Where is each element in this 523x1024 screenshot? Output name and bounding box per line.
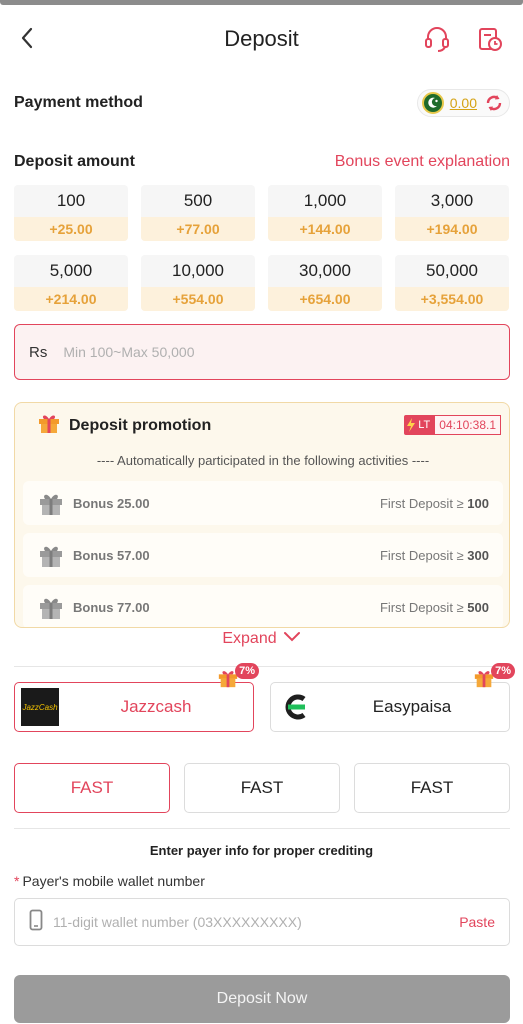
amount-options-grid: 100 +25.00 500 +77.00 1,000 +144.00 3,000 +1…: [14, 185, 510, 311]
gift-box-icon: [37, 489, 65, 517]
amount-option[interactable]: 100 +25.00: [14, 185, 128, 241]
deposit-amount-row: Deposit amount Bonus event explanation: [14, 150, 510, 174]
customer-service-icon[interactable]: [423, 25, 451, 53]
payment-method-row: Payment method 0.00: [14, 88, 510, 118]
payment-method-label: Payment method: [14, 94, 143, 111]
speed-option[interactable]: FAST: [184, 763, 340, 813]
limited-time-timer: LT 04:10:38.1: [404, 415, 501, 435]
expand-label: Expand: [222, 630, 277, 647]
wallet-number-input[interactable]: 11-digit wallet number (03XXXXXXXXX) Pas…: [14, 898, 510, 946]
deposit-now-button[interactable]: Deposit Now: [14, 975, 510, 1023]
bonus-item: Bonus 25.00 First Deposit ≥ 100: [23, 481, 503, 525]
paste-button[interactable]: Paste: [459, 914, 495, 930]
wallet-number-placeholder: 11-digit wallet number (03XXXXXXXXX): [53, 914, 302, 930]
channel-name: Jazzcash: [120, 697, 192, 716]
divider: [14, 666, 510, 667]
channel-easypaisa[interactable]: Easypaisa 7%: [270, 663, 515, 732]
easypaisa-logo: [277, 688, 315, 726]
history-icon[interactable]: [476, 25, 504, 53]
wallet-number-label: * Payer's mobile wallet number: [14, 873, 205, 889]
amount-option[interactable]: 10,000 +554.00: [141, 255, 255, 311]
promotion-header: Deposit promotion: [37, 411, 211, 440]
countdown-time: 04:10:38.1: [434, 415, 501, 435]
channel-jazzcash[interactable]: JazzCash Jazzcash 7%: [14, 663, 259, 732]
deposit-promotion-panel: Deposit promotion LT 04:10:38.1 ---- Aut…: [14, 402, 510, 628]
jazzcash-logo: JazzCash: [21, 688, 59, 726]
discount-badge: 7%: [217, 663, 259, 689]
discount-badge: 7%: [473, 663, 515, 689]
deposit-amount-label: Deposit amount: [14, 153, 135, 170]
auto-participate-note: ---- Automatically participated in the f…: [96, 453, 430, 468]
gift-box-icon: [37, 593, 65, 621]
page-title: Deposit: [224, 26, 299, 51]
back-icon[interactable]: [14, 25, 40, 51]
speed-option[interactable]: FAST: [354, 763, 510, 813]
currency-label: Rs: [29, 343, 48, 361]
required-mark: *: [14, 873, 20, 889]
wallet-balance: 0.00: [416, 89, 510, 117]
amount-input[interactable]: Rs Min 100~Max 50,000: [14, 324, 510, 380]
divider: [14, 828, 510, 829]
bonus-item: Bonus 57.00 First Deposit ≥ 300: [23, 533, 503, 577]
bonus-item: Bonus 77.00 First Deposit ≥ 500: [23, 585, 503, 627]
amount-option[interactable]: 3,000 +194.00: [395, 185, 509, 241]
svg-text:JazzCash: JazzCash: [21, 703, 58, 712]
lightning-icon: [407, 418, 416, 432]
amount-option[interactable]: 50,000 +3,554.00: [395, 255, 509, 311]
header: Deposit: [0, 5, 523, 73]
promotion-title: Deposit promotion: [69, 416, 212, 434]
phone-icon: [29, 909, 43, 936]
amount-option[interactable]: 30,000 +654.00: [268, 255, 382, 311]
expand-button[interactable]: Expand: [0, 630, 523, 648]
pakistan-flag-icon: [421, 92, 444, 114]
limited-time-badge: LT: [404, 415, 435, 435]
amount-option[interactable]: 5,000 +214.00: [14, 255, 128, 311]
chevron-down-icon: [283, 630, 301, 648]
refresh-icon[interactable]: [483, 92, 505, 114]
gift-box-icon: [37, 541, 65, 569]
balance-value: 0.00: [449, 95, 477, 111]
bonus-explanation-link[interactable]: Bonus event explanation: [335, 153, 510, 171]
speed-option[interactable]: FAST: [14, 763, 170, 813]
gift-icon: [37, 411, 61, 440]
channel-name: Easypaisa: [372, 697, 452, 716]
amount-input-placeholder: Min 100~Max 50,000: [63, 344, 195, 360]
amount-option[interactable]: 1,000 +144.00: [268, 185, 382, 241]
payer-info-hint: Enter payer info for proper crediting: [149, 843, 374, 858]
amount-option[interactable]: 500 +77.00: [141, 185, 255, 241]
